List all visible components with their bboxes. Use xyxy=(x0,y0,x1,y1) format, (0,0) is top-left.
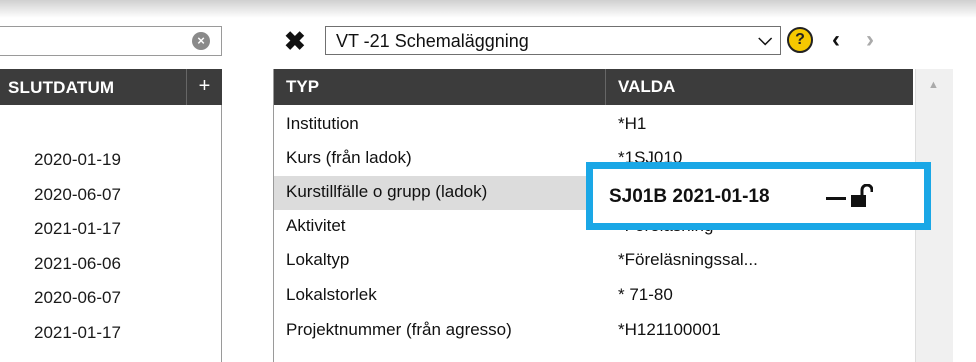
cell-typ: Lokalstorlek xyxy=(286,285,377,304)
table-row[interactable]: Institution *H1 xyxy=(274,108,915,142)
scroll-up-arrow-icon[interactable]: ▲ xyxy=(928,79,939,91)
prev-icon[interactable]: ‹ xyxy=(832,26,840,54)
schedule-select-value: VT -21 Schemaläggning xyxy=(336,31,529,51)
cell-typ: Lokaltyp xyxy=(286,250,350,269)
column-header-valda[interactable]: VALDA xyxy=(606,69,913,105)
selected-value-highlight[interactable]: SJ01B 2021-01-18 xyxy=(586,162,931,230)
list-item-date[interactable]: 2021-01-17 xyxy=(34,323,121,343)
top-shadow xyxy=(0,0,976,18)
table-row[interactable]: Lokaltyp *Föreläsningssal... xyxy=(274,244,915,278)
cell-typ: Kurs (från ladok) xyxy=(286,148,412,167)
list-item-date[interactable]: 2021-06-06 xyxy=(34,254,121,274)
cell-valda: *H1 xyxy=(618,114,647,133)
cell-valda: *Föreläsningssal... xyxy=(618,250,758,269)
help-icon[interactable]: ? xyxy=(787,27,813,53)
cell-valda: * 71-80 xyxy=(618,285,673,304)
column-header-slutdatum[interactable]: SLUTDATUM xyxy=(8,78,114,98)
chevron-down-icon[interactable]: ⌵ xyxy=(758,29,772,50)
cell-typ: Institution xyxy=(286,114,359,133)
left-table-header: SLUTDATUM + xyxy=(0,69,222,105)
next-icon[interactable]: › xyxy=(866,26,874,54)
list-item-date[interactable]: 2020-06-07 xyxy=(34,185,121,205)
list-item-date[interactable]: 2020-06-07 xyxy=(34,288,121,308)
left-date-list: 2020-01-19 2020-06-07 2021-01-17 2021-06… xyxy=(0,105,222,362)
column-header-typ[interactable]: TYP xyxy=(274,69,606,105)
selected-value-text: SJ01B 2021-01-18 xyxy=(609,186,770,207)
cell-typ: Kurstillfälle o grupp (ladok) xyxy=(286,182,488,201)
cell-typ: Projektnummer (från agresso) xyxy=(286,320,512,339)
clear-search-icon[interactable]: × xyxy=(192,32,210,50)
list-item-date[interactable]: 2021-01-17 xyxy=(34,219,121,239)
schedule-select[interactable]: VT -21 Schemaläggning ⌵ xyxy=(325,26,781,55)
unlocked-padlock-icon[interactable] xyxy=(851,183,874,213)
cell-typ: Aktivitet xyxy=(286,216,346,235)
remove-minus-icon[interactable] xyxy=(826,197,846,200)
close-icon[interactable]: ✖ xyxy=(284,28,306,54)
table-row[interactable]: Lokalstorlek * 71-80 xyxy=(274,279,915,313)
list-item-date[interactable]: 2020-01-19 xyxy=(34,150,121,170)
add-column-button[interactable]: + xyxy=(186,69,222,105)
cell-valda: *H121100001 xyxy=(618,320,721,339)
left-search-input[interactable] xyxy=(0,26,222,56)
table-row[interactable]: Projektnummer (från agresso) *H121100001 xyxy=(274,314,915,348)
